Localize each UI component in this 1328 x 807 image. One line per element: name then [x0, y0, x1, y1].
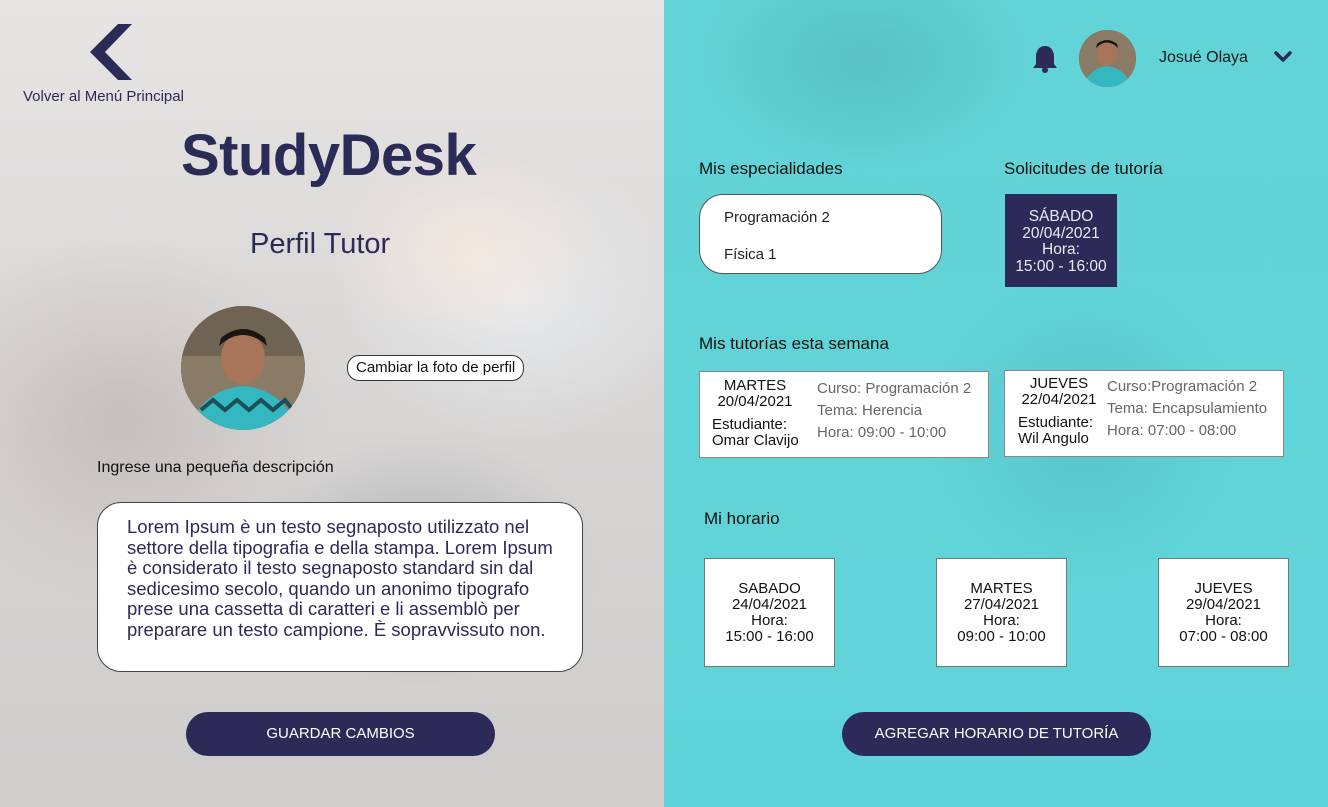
request-day: SÁBADO [1028, 208, 1094, 225]
specialty-item: Física 1 [724, 246, 777, 263]
schedule-date: 27/04/2021 [963, 596, 1040, 613]
request-card[interactable]: SÁBADO 20/04/2021 Hora: 15:00 - 16:00 [1005, 194, 1117, 287]
tutorial-student-label: Estudiante: [712, 416, 788, 433]
tutorial-day: JUEVES [1029, 375, 1089, 392]
specialty-item: Programación 2 [724, 209, 830, 226]
schedule-hour-label: Hora: [751, 612, 788, 629]
schedule-date: 29/04/2021 [1185, 596, 1262, 613]
tutorial-course: Curso:Programación 2 [1107, 378, 1258, 395]
specialties-title: Mis especialidades [699, 159, 843, 178]
tutorial-card[interactable]: JUEVES 22/04/2021 Estudiante: Wil Angulo… [1004, 370, 1284, 457]
tutorial-student: Wil Angulo [1018, 430, 1089, 447]
add-schedule-button[interactable]: AGREGAR HORARIO DE TUTORÍA [842, 712, 1151, 756]
schedule-card[interactable]: SABADO 24/04/2021 Hora: 15:00 - 16:00 [704, 558, 835, 667]
chevron-down-icon[interactable] [1273, 50, 1293, 64]
schedule-hour: 09:00 - 10:00 [957, 628, 1046, 645]
tutorial-card[interactable]: MARTES 20/04/2021 Estudiante: Omar Clavi… [699, 371, 989, 458]
tutorial-student: Omar Clavijo [712, 432, 799, 449]
change-photo-button[interactable]: Cambiar la foto de perfil [347, 355, 525, 381]
profile-avatar [181, 306, 305, 430]
back-chevron-icon[interactable] [88, 24, 136, 80]
request-hour: 15:00 - 16:00 [1015, 257, 1107, 275]
tutorial-hour: Hora: 07:00 - 08:00 [1107, 422, 1237, 439]
brand-logo-text: StudyDesk [181, 123, 477, 188]
week-tutorials-title: Mis tutorías esta semana [699, 334, 889, 353]
page-title: Perfil Tutor [250, 228, 391, 260]
schedule-date: 24/04/2021 [731, 596, 808, 613]
back-to-menu-link[interactable]: Volver al Menú Principal [23, 88, 184, 105]
tutorial-date: 22/04/2021 [1021, 391, 1097, 408]
request-date: 20/04/2021 [1022, 224, 1100, 242]
schedule-day: SABADO [738, 580, 801, 597]
tutorial-student-label: Estudiante: [1018, 414, 1094, 431]
tutorial-hour: Hora: 09:00 - 10:00 [817, 424, 947, 441]
schedule-card[interactable]: JUEVES 29/04/2021 Hora: 07:00 - 08:00 [1158, 558, 1289, 667]
tutorial-topic: Tema: Herencia [817, 402, 923, 419]
save-changes-button[interactable]: GUARDAR CAMBIOS [186, 712, 495, 756]
request-hour-label: Hora: [1042, 241, 1080, 258]
bell-icon[interactable] [1032, 45, 1058, 73]
schedule-day: MARTES [970, 580, 1033, 597]
schedule-hour-label: Hora: [1205, 612, 1242, 629]
user-avatar[interactable] [1079, 30, 1136, 87]
schedule-title: Mi horario [704, 509, 780, 528]
tutorial-course: Curso: Programación 2 [817, 380, 972, 397]
user-name[interactable]: Josué Olaya [1159, 49, 1248, 67]
description-label: Ingrese una pequeña descripción [97, 459, 334, 476]
schedule-hour-label: Hora: [983, 612, 1020, 629]
schedule-card[interactable]: MARTES 27/04/2021 Hora: 09:00 - 10:00 [936, 558, 1067, 667]
tutorial-date: 20/04/2021 [717, 393, 793, 410]
description-textarea[interactable]: Lorem Ipsum è un testo segnaposto utiliz… [97, 502, 583, 672]
requests-title: Solicitudes de tutoría [1004, 159, 1163, 178]
tutorial-topic: Tema: Encapsulamiento [1107, 400, 1268, 417]
schedule-hour: 07:00 - 08:00 [1179, 628, 1268, 645]
schedule-day: JUEVES [1194, 580, 1253, 597]
specialties-list: Programación 2 Física 1 [699, 194, 942, 274]
tutorial-day: MARTES [723, 377, 787, 394]
schedule-hour: 15:00 - 16:00 [725, 628, 814, 645]
